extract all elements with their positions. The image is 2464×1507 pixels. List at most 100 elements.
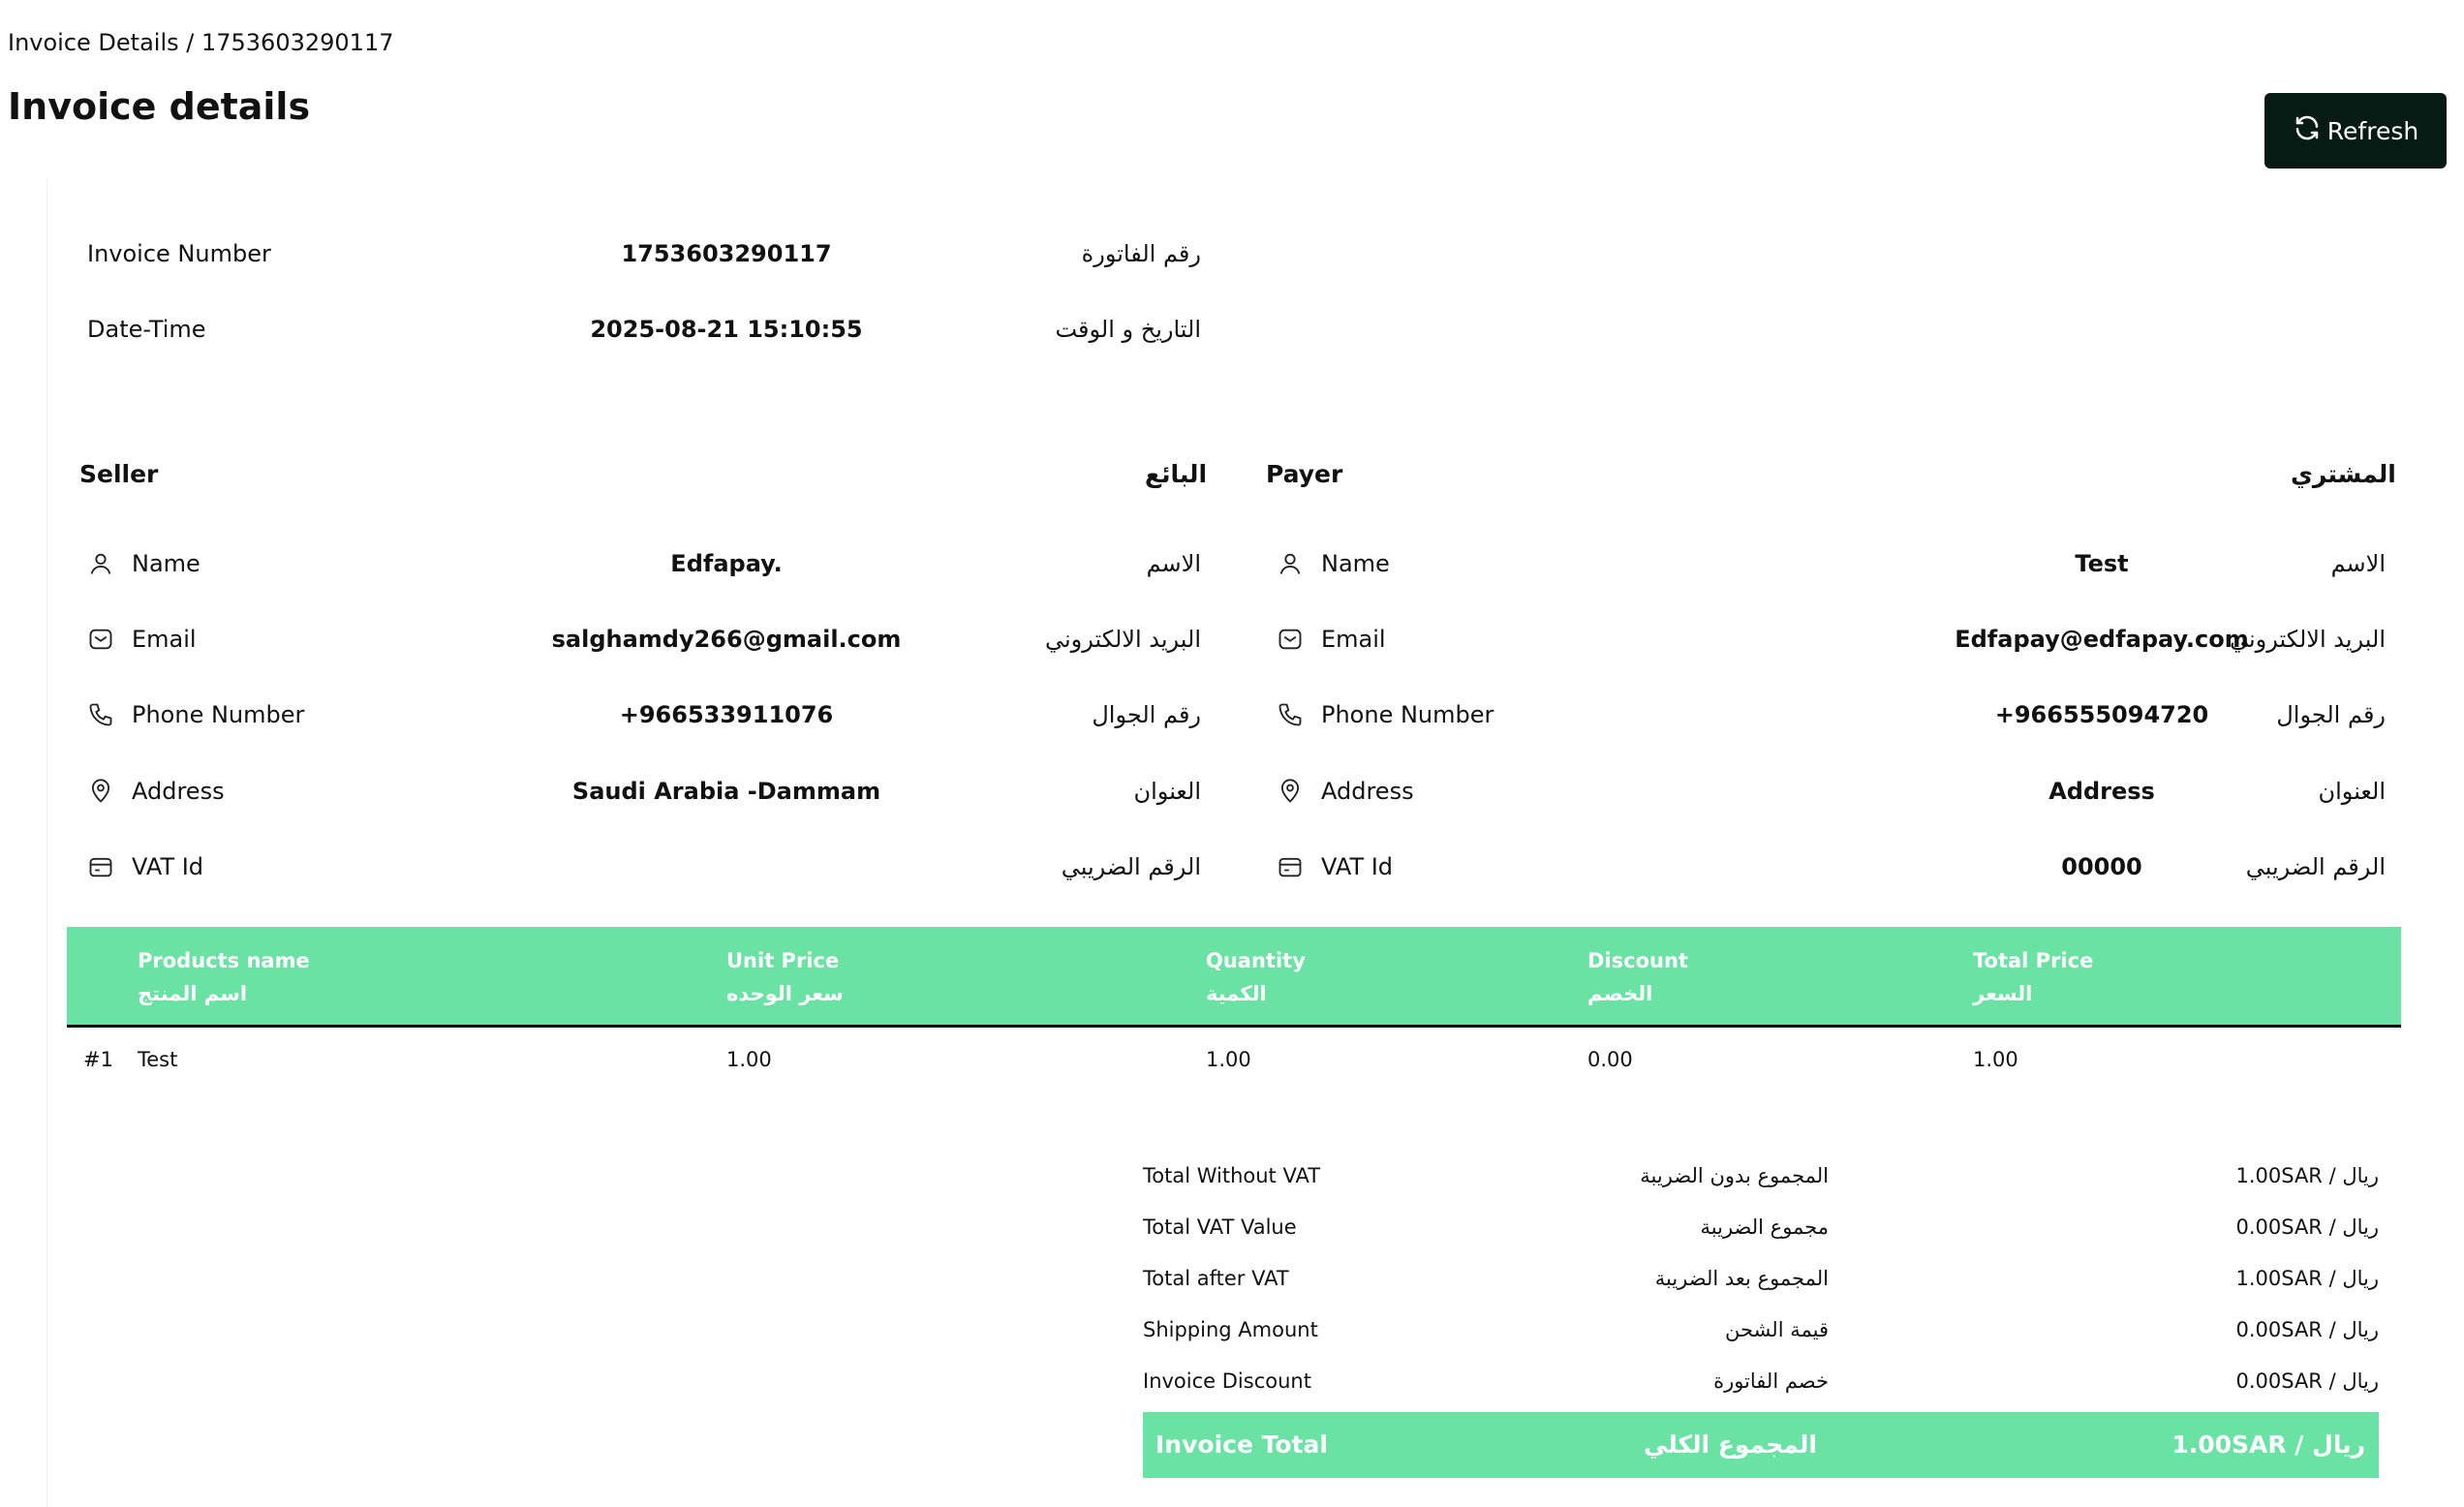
seller-field-value: +966533911076 [619, 701, 834, 728]
row-total: 1.00 [1973, 1048, 2018, 1071]
header-discount-en: Discount [1587, 949, 1688, 972]
payer-heading: Payer [1266, 460, 1343, 488]
seller-field-label-text: Email [132, 626, 197, 653]
mail-icon [87, 626, 114, 653]
summary-amount: 0.00SAR / ريال [2235, 1215, 2379, 1239]
seller-field-value: Edfapay. [670, 550, 783, 577]
row-unit-price: 1.00 [726, 1048, 772, 1071]
seller-heading-ar: البائع [1145, 460, 1208, 488]
invoice-total-amount: 1.00SAR / ريال [2171, 1430, 2365, 1459]
summary-label: Total after VAT [1143, 1267, 1289, 1290]
seller-row-vat-id: VAT Id الرقم الضريبي [87, 847, 1201, 886]
payer-field-label-ar: الاسم [2330, 550, 2386, 577]
payer-row-vat-id: VAT Id 00000 الرقم الضريبي [1277, 847, 2386, 886]
summary-row: Total VAT Value مجموع الضريبة 0.00SAR / ري… [1143, 1208, 2379, 1246]
summary-amount: 1.00SAR / ريال [2235, 1164, 2379, 1187]
payer-field-label-text: Name [1321, 550, 1390, 577]
payer-field-label-ar: البريد الالكتروني [2229, 626, 2386, 653]
invoice-number-value: 1753603290117 [621, 240, 832, 267]
header-quantity: Quantity الكمية [1206, 944, 1306, 1010]
table-row: #1 Test 1.00 1.00 0.00 1.00 [67, 1036, 2401, 1085]
seller-row-email: Email salghamdy266@gmail.com البريد الالكت… [87, 620, 1201, 659]
user-icon [1277, 550, 1304, 577]
header-quantity-ar: الكمية [1206, 982, 1267, 1005]
seller-row-name: Name Edfapay. الاسم [87, 544, 1201, 583]
payer-row-phone-number: Phone Number +966555094720 رقم الجوال [1277, 695, 2386, 734]
payer-field-label-text: Email [1321, 626, 1386, 653]
header-products-name-en: Products name [138, 949, 310, 972]
payer-heading-ar: المشتري [2291, 460, 2396, 488]
datetime-row: Date-Time 2025-08-21 15:10:55 التاريخ و … [87, 310, 1201, 349]
datetime-label: Date-Time [87, 316, 206, 343]
payer-field-label: Email [1277, 626, 1386, 653]
summary-amount: 0.00SAR / ريال [2235, 1369, 2379, 1393]
phone-icon [87, 701, 114, 728]
header-discount: Discount الخصم [1587, 944, 1688, 1010]
seller-field-value: Saudi Arabia -Dammam [571, 778, 881, 805]
payer-field-label-ar: رقم الجوال [2276, 701, 2386, 728]
summary-row: Total Without VAT المجموع بدون الضريبة 1.0… [1143, 1156, 2379, 1195]
location-icon [1277, 778, 1304, 805]
header-unit-price: Unit Price سعر الوحده [726, 944, 844, 1010]
card-icon [1277, 853, 1304, 880]
location-icon [87, 778, 114, 805]
invoice-number-row: Invoice Number 1753603290117 رقم الفاتور… [87, 234, 1201, 273]
header-total-price: Total Price السعر [1973, 944, 2093, 1010]
payer-field-label-text: Address [1321, 778, 1414, 805]
products-table-header: Products name اسم المنتج Unit Price سعر … [67, 927, 2401, 1028]
seller-field-label-text: VAT Id [132, 853, 204, 880]
page-title: Invoice details [8, 85, 311, 128]
seller-field-label-ar: البريد الالكتروني [1044, 626, 1201, 653]
payer-field-label: VAT Id [1277, 853, 1393, 880]
seller-field-label-ar: رقم الجوال [1092, 701, 1201, 728]
header-total-price-en: Total Price [1973, 949, 2094, 972]
seller-field-label: Phone Number [87, 701, 304, 728]
payer-row-name: Name Test الاسم [1277, 544, 2386, 583]
refresh-button[interactable]: Refresh [2264, 93, 2447, 169]
seller-field-label-text: Phone Number [132, 701, 305, 728]
seller-field-label-ar: الرقم الضريبي [1061, 853, 1201, 880]
datetime-value: 2025-08-21 15:10:55 [590, 316, 863, 343]
seller-field-label-text: Address [132, 778, 225, 805]
seller-field-label: Email [87, 626, 197, 653]
invoice-total-bar: Invoice Total المجموع الكلي 1.00SAR / ري… [1143, 1412, 2379, 1478]
summary-label-ar: مجموع الضريبة [1700, 1215, 1829, 1239]
summary-label-ar: المجموع بعد الضريبة [1654, 1267, 1829, 1290]
header-quantity-en: Quantity [1206, 949, 1306, 972]
datetime-label-ar: التاريخ و الوقت [1055, 316, 1201, 343]
seller-field-label-ar: العنوان [1133, 778, 1202, 805]
payer-field-label: Phone Number [1277, 701, 1494, 728]
seller-row-phone-number: Phone Number +966533911076 رقم الجوال [87, 695, 1201, 734]
summary-label-ar: خصم الفاتورة [1713, 1369, 1829, 1393]
header-discount-ar: الخصم [1587, 982, 1653, 1005]
summary-amount: 0.00SAR / ريال [2235, 1318, 2379, 1341]
seller-field-label-text: Name [132, 550, 200, 577]
header-unit-price-en: Unit Price [726, 949, 840, 972]
payer-field-label: Address [1277, 778, 1414, 805]
refresh-label: Refresh [2326, 116, 2419, 145]
seller-field-label: Name [87, 550, 200, 577]
phone-icon [1277, 701, 1304, 728]
header-total-price-ar: السعر [1973, 982, 2033, 1005]
payer-field-label: Name [1277, 550, 1390, 577]
summary-label: Total Without VAT [1143, 1164, 1321, 1187]
summary-label-ar: قيمة الشحن [1725, 1318, 1829, 1341]
payer-field-label-ar: الرقم الضريبي [2245, 853, 2386, 880]
card-icon [87, 853, 114, 880]
mail-icon [1277, 626, 1304, 653]
summary-label-ar: المجموع بدون الضريبة [1640, 1164, 1829, 1187]
seller-field-label-ar: الاسم [1146, 550, 1201, 577]
summary-row: Shipping Amount قيمة الشحن 0.00SAR / ريال [1143, 1310, 2379, 1349]
seller-field-label: Address [87, 778, 225, 805]
summary-row: Invoice Discount خصم الفاتورة 0.00SAR / ري… [1143, 1362, 2379, 1400]
summary-row: Total after VAT المجموع بعد الضريبة 1.00SA… [1143, 1259, 2379, 1298]
payer-field-label-ar: العنوان [2318, 778, 2387, 805]
breadcrumb: Invoice Details / 1753603290117 [8, 29, 394, 56]
header-products-name-ar: اسم المنتج [138, 982, 248, 1005]
payer-field-label-text: VAT Id [1321, 853, 1394, 880]
summary-amount: 1.00SAR / ريال [2235, 1267, 2379, 1290]
seller-heading: Seller [79, 460, 159, 488]
seller-row-address: Address Saudi Arabia -Dammam العنوان [87, 772, 1201, 811]
seller-field-label: VAT Id [87, 853, 203, 880]
invoice-total-label-ar: المجموع الكلي [1644, 1430, 1817, 1459]
